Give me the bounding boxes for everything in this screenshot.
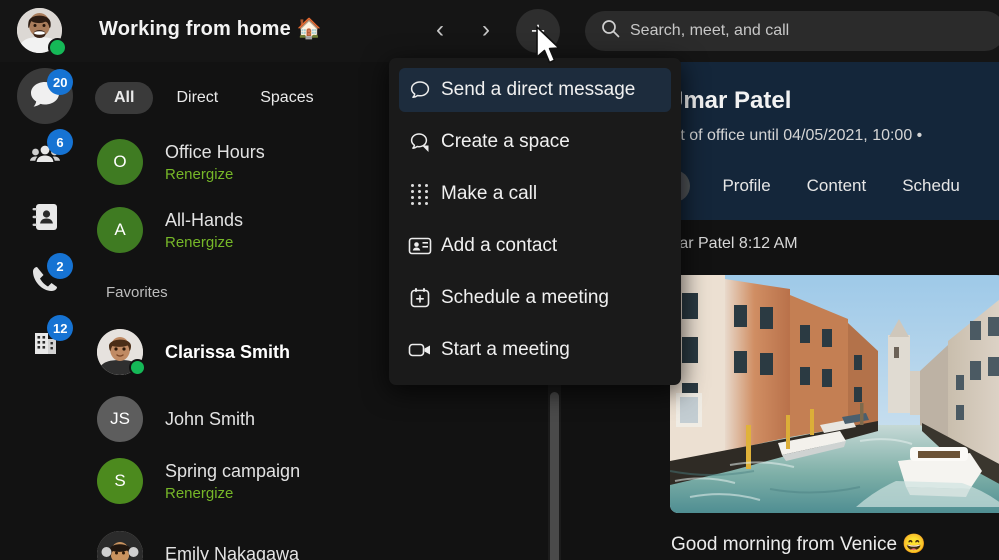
avatar: S [97, 458, 143, 504]
list-item-title: All-Hands [165, 209, 244, 230]
contact-name: Umar Patel [666, 87, 792, 114]
menu-item-label: Schedule a meeting [441, 287, 609, 308]
list-item-title: John Smith [165, 408, 256, 429]
message-image[interactable] [670, 275, 999, 513]
list-item[interactable]: Emily Nakagawa [97, 522, 537, 560]
avatar [97, 531, 143, 560]
tab-spaces[interactable]: Spaces [241, 82, 332, 114]
avatar [97, 329, 146, 376]
page-title: Working from home 🏠 [99, 18, 322, 40]
tab-direct[interactable]: Direct [157, 82, 237, 114]
list-item-subtitle: Renergize [165, 233, 234, 251]
list-filter-tabs: All Direct Spaces [95, 82, 333, 114]
video-camera-icon [399, 341, 441, 359]
menu-item-label: Create a space [441, 131, 570, 152]
dialpad-icon [399, 183, 441, 205]
tab-content[interactable]: Content [803, 170, 871, 202]
avatar-photo [97, 531, 143, 560]
list-item[interactable]: S Spring campaign Renergize [97, 449, 537, 513]
scrollbar-thumb[interactable] [550, 392, 559, 560]
sidebar-item-calling[interactable]: 2 [14, 252, 76, 310]
search-input[interactable]: Search, meet, and call [585, 11, 999, 51]
tab-schedule[interactable]: Schedu [898, 170, 964, 202]
sidebar-item-contacts[interactable] [14, 190, 76, 248]
sidebar-item-teams[interactable]: 6 [14, 128, 76, 186]
list-item-title: Emily Nakagawa [165, 543, 300, 560]
badge-count: 12 [47, 315, 74, 341]
avatar-initials: O [113, 152, 127, 171]
avatar: O [97, 139, 143, 185]
section-header-favorites: Favorites [106, 284, 168, 301]
back-button[interactable]: ‹ [425, 12, 455, 48]
presence-indicator-available [48, 38, 67, 57]
menu-item-send-direct-message[interactable]: Send a direct message [399, 68, 671, 112]
presence-indicator-available [129, 359, 146, 376]
list-item[interactable]: JS John Smith [97, 387, 537, 451]
menu-item-label: Make a call [441, 183, 538, 204]
navigation-arrows: ‹ › [425, 12, 501, 48]
mouse-cursor [534, 25, 564, 72]
menu-item-add-a-contact[interactable]: Add a contact [399, 224, 671, 268]
list-item-subtitle: Renergize [165, 484, 234, 502]
left-rail: 20 6 2 12 [0, 62, 86, 560]
avatar[interactable] [17, 8, 67, 57]
menu-item-label: Add a contact [441, 235, 558, 256]
tab-all[interactable]: All [95, 82, 154, 114]
app-window: Working from home 🏠 ‹ › + Search, meet, … [0, 0, 999, 560]
list-item-title: Spring campaign [165, 460, 301, 481]
avatar: A [97, 207, 143, 253]
conversation-tabs: s Profile Content Schedu [649, 170, 964, 202]
sidebar-item-organization[interactable]: 12 [14, 314, 76, 372]
search-placeholder: Search, meet, and call [630, 22, 790, 39]
avatar: JS [97, 396, 143, 442]
menu-item-start-a-meeting[interactable]: Start a meeting [399, 328, 671, 372]
badge-count: 6 [47, 129, 73, 155]
menu-item-schedule-a-meeting[interactable]: Schedule a meeting [399, 276, 671, 320]
create-menu: Send a direct message Create a space Mak… [389, 58, 681, 385]
menu-item-make-a-call[interactable]: Make a call [399, 172, 671, 216]
forward-button[interactable]: › [471, 12, 501, 48]
search-icon [601, 19, 620, 43]
status-badge: Out of office until 04/05/2021, 10:00 • [659, 127, 923, 144]
sidebar-item-messaging[interactable]: 20 [14, 68, 76, 126]
avatar-initials: JS [110, 409, 130, 428]
chat-bubble-icon [399, 79, 441, 101]
menu-item-create-a-space[interactable]: Create a space [399, 120, 671, 164]
contact-card-icon [399, 236, 441, 256]
list-item-title: Office Hours [165, 141, 265, 162]
contact-card-icon [31, 202, 59, 237]
badge-count: 20 [47, 69, 74, 95]
badge-count: 2 [47, 253, 73, 279]
list-item-title: Clarissa Smith [165, 341, 291, 362]
tab-profile[interactable]: Profile [718, 170, 774, 202]
avatar-initials: A [114, 220, 126, 239]
list-item-subtitle: Renergize [165, 165, 234, 183]
menu-item-label: Start a meeting [441, 339, 570, 360]
calendar-plus-icon [399, 287, 441, 309]
top-bar: Working from home 🏠 ‹ › + Search, meet, … [0, 0, 999, 62]
space-bubble-icon [399, 131, 441, 153]
avatar-initials: S [114, 471, 126, 490]
menu-item-label: Send a direct message [441, 79, 636, 100]
message-text: Good morning from Venice 😄 [671, 534, 926, 555]
message-meta: mar Patel 8:12 AM [666, 235, 798, 252]
